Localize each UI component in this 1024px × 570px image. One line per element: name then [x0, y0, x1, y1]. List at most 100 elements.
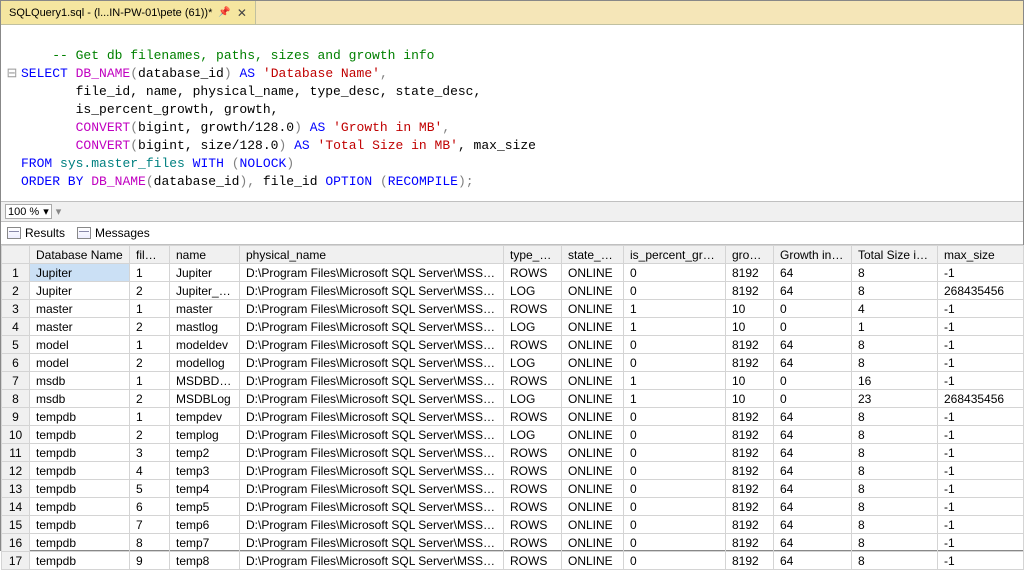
- table-row[interactable]: 14tempdb6temp5D:\Program Files\Microsoft…: [2, 498, 1024, 516]
- cell[interactable]: D:\Program Files\Microsoft SQL Server\MS…: [240, 534, 504, 552]
- cell[interactable]: templog: [170, 426, 240, 444]
- table-row[interactable]: 5model1modeldevD:\Program Files\Microsof…: [2, 336, 1024, 354]
- cell[interactable]: 1: [624, 300, 726, 318]
- tab-results[interactable]: Results: [7, 226, 65, 240]
- cell[interactable]: ROWS: [504, 552, 562, 570]
- cell[interactable]: -1: [938, 336, 1024, 354]
- cell[interactable]: 8: [852, 498, 938, 516]
- table-row[interactable]: 7msdb1MSDBDataD:\Program Files\Microsoft…: [2, 372, 1024, 390]
- cell[interactable]: 8192: [726, 264, 774, 282]
- table-row[interactable]: 6model2modellogD:\Program Files\Microsof…: [2, 354, 1024, 372]
- cell[interactable]: 8192: [726, 552, 774, 570]
- cell[interactable]: 8192: [726, 480, 774, 498]
- row-number[interactable]: 14: [2, 498, 30, 516]
- cell[interactable]: D:\Program Files\Microsoft SQL Server\MS…: [240, 426, 504, 444]
- cell[interactable]: 0: [624, 552, 726, 570]
- cell[interactable]: D:\Program Files\Microsoft SQL Server\MS…: [240, 264, 504, 282]
- cell[interactable]: LOG: [504, 390, 562, 408]
- cell[interactable]: ONLINE: [562, 480, 624, 498]
- cell[interactable]: 8: [852, 552, 938, 570]
- cell[interactable]: D:\Program Files\Microsoft SQL Server\MS…: [240, 336, 504, 354]
- cell[interactable]: 0: [624, 426, 726, 444]
- cell[interactable]: modellog: [170, 354, 240, 372]
- results-grid[interactable]: Database Namefile_idnamephysical_nametyp…: [1, 245, 1023, 570]
- cell[interactable]: 0: [774, 390, 852, 408]
- cell[interactable]: 8192: [726, 534, 774, 552]
- cell[interactable]: 10: [726, 300, 774, 318]
- row-number[interactable]: 10: [2, 426, 30, 444]
- cell[interactable]: ROWS: [504, 534, 562, 552]
- cell[interactable]: 64: [774, 426, 852, 444]
- column-header[interactable]: physical_name: [240, 246, 504, 264]
- cell[interactable]: tempdb: [30, 498, 130, 516]
- column-header[interactable]: name: [170, 246, 240, 264]
- cell[interactable]: -1: [938, 462, 1024, 480]
- cell[interactable]: 8: [130, 534, 170, 552]
- cell[interactable]: 0: [774, 372, 852, 390]
- cell[interactable]: 268435456: [938, 390, 1024, 408]
- cell[interactable]: 1: [130, 336, 170, 354]
- table-row[interactable]: 8msdb2MSDBLogD:\Program Files\Microsoft …: [2, 390, 1024, 408]
- cell[interactable]: 8: [852, 282, 938, 300]
- cell[interactable]: ROWS: [504, 408, 562, 426]
- cell[interactable]: 8: [852, 444, 938, 462]
- cell[interactable]: modeldev: [170, 336, 240, 354]
- cell[interactable]: tempdb: [30, 516, 130, 534]
- cell[interactable]: 8: [852, 480, 938, 498]
- row-number[interactable]: 2: [2, 282, 30, 300]
- cell[interactable]: tempdb: [30, 408, 130, 426]
- cell[interactable]: 2: [130, 390, 170, 408]
- cell[interactable]: Jupiter: [30, 282, 130, 300]
- cell[interactable]: ONLINE: [562, 318, 624, 336]
- cell[interactable]: 0: [624, 282, 726, 300]
- cell[interactable]: MSDBLog: [170, 390, 240, 408]
- table-row[interactable]: 3master1masterD:\Program Files\Microsoft…: [2, 300, 1024, 318]
- table-row[interactable]: 11tempdb3temp2D:\Program Files\Microsoft…: [2, 444, 1024, 462]
- cell[interactable]: ROWS: [504, 300, 562, 318]
- cell[interactable]: ONLINE: [562, 264, 624, 282]
- cell[interactable]: temp3: [170, 462, 240, 480]
- cell[interactable]: -1: [938, 426, 1024, 444]
- cell[interactable]: D:\Program Files\Microsoft SQL Server\MS…: [240, 516, 504, 534]
- cell[interactable]: 64: [774, 552, 852, 570]
- cell[interactable]: -1: [938, 372, 1024, 390]
- cell[interactable]: 0: [624, 408, 726, 426]
- cell[interactable]: ONLINE: [562, 426, 624, 444]
- cell[interactable]: 9: [130, 552, 170, 570]
- cell[interactable]: mastlog: [170, 318, 240, 336]
- row-number[interactable]: 1: [2, 264, 30, 282]
- cell[interactable]: 64: [774, 516, 852, 534]
- cell[interactable]: 64: [774, 408, 852, 426]
- cell[interactable]: 8: [852, 264, 938, 282]
- row-number[interactable]: 9: [2, 408, 30, 426]
- cell[interactable]: ROWS: [504, 444, 562, 462]
- document-tab[interactable]: SQLQuery1.sql - (l...IN-PW-01\pete (61))…: [1, 1, 256, 24]
- cell[interactable]: 0: [624, 462, 726, 480]
- cell[interactable]: ONLINE: [562, 552, 624, 570]
- column-header[interactable]: Database Name: [30, 246, 130, 264]
- cell[interactable]: 64: [774, 480, 852, 498]
- cell[interactable]: 8192: [726, 498, 774, 516]
- table-row[interactable]: 9tempdb1tempdevD:\Program Files\Microsof…: [2, 408, 1024, 426]
- cell[interactable]: ONLINE: [562, 282, 624, 300]
- row-number[interactable]: 17: [2, 552, 30, 570]
- cell[interactable]: 1: [130, 300, 170, 318]
- row-number[interactable]: 5: [2, 336, 30, 354]
- table-row[interactable]: 15tempdb7temp6D:\Program Files\Microsoft…: [2, 516, 1024, 534]
- cell[interactable]: D:\Program Files\Microsoft SQL Server\MS…: [240, 354, 504, 372]
- cell[interactable]: -1: [938, 444, 1024, 462]
- cell[interactable]: 64: [774, 336, 852, 354]
- cell[interactable]: ONLINE: [562, 336, 624, 354]
- cell[interactable]: Jupiter: [170, 264, 240, 282]
- cell[interactable]: msdb: [30, 372, 130, 390]
- cell[interactable]: -1: [938, 300, 1024, 318]
- cell[interactable]: ONLINE: [562, 534, 624, 552]
- cell[interactable]: model: [30, 336, 130, 354]
- row-number[interactable]: 12: [2, 462, 30, 480]
- column-header[interactable]: type_desc: [504, 246, 562, 264]
- cell[interactable]: 8192: [726, 282, 774, 300]
- cell[interactable]: 0: [624, 516, 726, 534]
- cell[interactable]: master: [30, 300, 130, 318]
- cell[interactable]: master: [170, 300, 240, 318]
- cell[interactable]: 4: [852, 300, 938, 318]
